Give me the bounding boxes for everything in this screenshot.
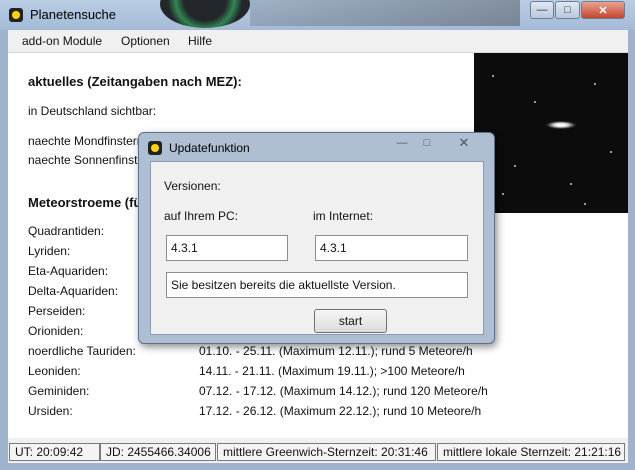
next-lunar-eclipse-label: naechte Mondfinsternis:: [28, 134, 156, 148]
meteor-info: 07.12. - 17.12. (Maximum 14.12.); rund 1…: [199, 384, 488, 398]
status-jd: JD: 2455466.34006: [100, 443, 216, 461]
meteor-name: Lyriden:: [28, 244, 71, 258]
window-title: Planetensuche: [30, 7, 117, 22]
start-button[interactable]: start: [314, 309, 387, 333]
versions-label: Versionen:: [164, 179, 221, 193]
meteor-name: Leoniden:: [28, 364, 81, 378]
menu-options[interactable]: Optionen: [121, 34, 170, 48]
title-decoration-dark: [250, 0, 520, 26]
star: [534, 101, 536, 103]
dialog-body: Versionen: auf Ihrem PC: im Internet: 4.…: [150, 161, 484, 335]
menu-bar: add-on Module Optionen Hilfe: [8, 30, 628, 53]
meteor-info: 17.12. - 26.12. (Maximum 22.12.); rund 1…: [199, 404, 482, 418]
update-dialog: Updatefunktion — □ ✕ Versionen: auf Ihre…: [138, 132, 495, 344]
galaxy-image: [474, 53, 628, 213]
meteor-info: 14.11. - 21.11. (Maximum 19.11.); >100 M…: [199, 364, 465, 378]
star: [514, 165, 516, 167]
meteor-name: noerdliche Tauriden:: [28, 344, 136, 358]
dialog-close-button[interactable]: ✕: [442, 135, 486, 151]
status-message-field[interactable]: Sie besitzen bereits die aktuellste Vers…: [166, 272, 468, 298]
internet-version-field[interactable]: 4.3.1: [315, 235, 468, 261]
meteor-name: Quadrantiden:: [28, 224, 105, 238]
close-button[interactable]: ✕: [581, 1, 625, 19]
menu-help[interactable]: Hilfe: [188, 34, 212, 48]
app-logo-icon: [9, 8, 23, 22]
status-greenwich-sidereal: mittlere Greenwich-Sternzeit: 20:31:46: [217, 443, 436, 461]
star: [492, 75, 494, 77]
visible-label: in Deutschland sichtbar:: [28, 104, 157, 118]
meteor-info: 01.10. - 25.11. (Maximum 12.11.); rund 5…: [199, 344, 473, 358]
dialog-title: Updatefunktion: [169, 141, 250, 155]
meteor-name: Ursiden:: [28, 404, 73, 418]
star: [594, 83, 596, 85]
galaxy-core: [546, 121, 576, 129]
meteor-name: Perseiden:: [28, 304, 86, 318]
meteor-name: Orioniden:: [28, 324, 84, 338]
title-bar: Planetensuche — □ ✕: [0, 0, 635, 30]
title-decoration: [160, 0, 250, 28]
dialog-maximize-button[interactable]: □: [416, 135, 438, 151]
dialog-minimize-button[interactable]: —: [391, 135, 413, 151]
pc-version-field[interactable]: 4.3.1: [166, 235, 288, 261]
star: [584, 203, 586, 205]
status-ut: UT: 20:09:42: [9, 443, 100, 461]
meteor-name: Geminiden:: [28, 384, 90, 398]
internet-version-label: im Internet:: [313, 209, 374, 223]
status-local-sidereal: mittlere lokale Sternzeit: 21:21:16: [437, 443, 625, 461]
maximize-button[interactable]: □: [555, 1, 580, 19]
app-logo-icon: [148, 141, 162, 155]
star: [610, 151, 612, 153]
pc-version-label: auf Ihrem PC:: [164, 209, 239, 223]
status-bar: UT: 20:09:42 JD: 2455466.34006 mittlere …: [8, 440, 628, 463]
star: [502, 193, 504, 195]
meteor-name: Eta-Aquariden:: [28, 264, 109, 278]
menu-addon-modules[interactable]: add-on Module: [22, 34, 102, 48]
minimize-button[interactable]: —: [530, 1, 554, 19]
meteor-name: Delta-Aquariden:: [28, 284, 119, 298]
star: [570, 183, 572, 185]
heading-current: aktuelles (Zeitangaben nach MEZ):: [28, 74, 242, 89]
